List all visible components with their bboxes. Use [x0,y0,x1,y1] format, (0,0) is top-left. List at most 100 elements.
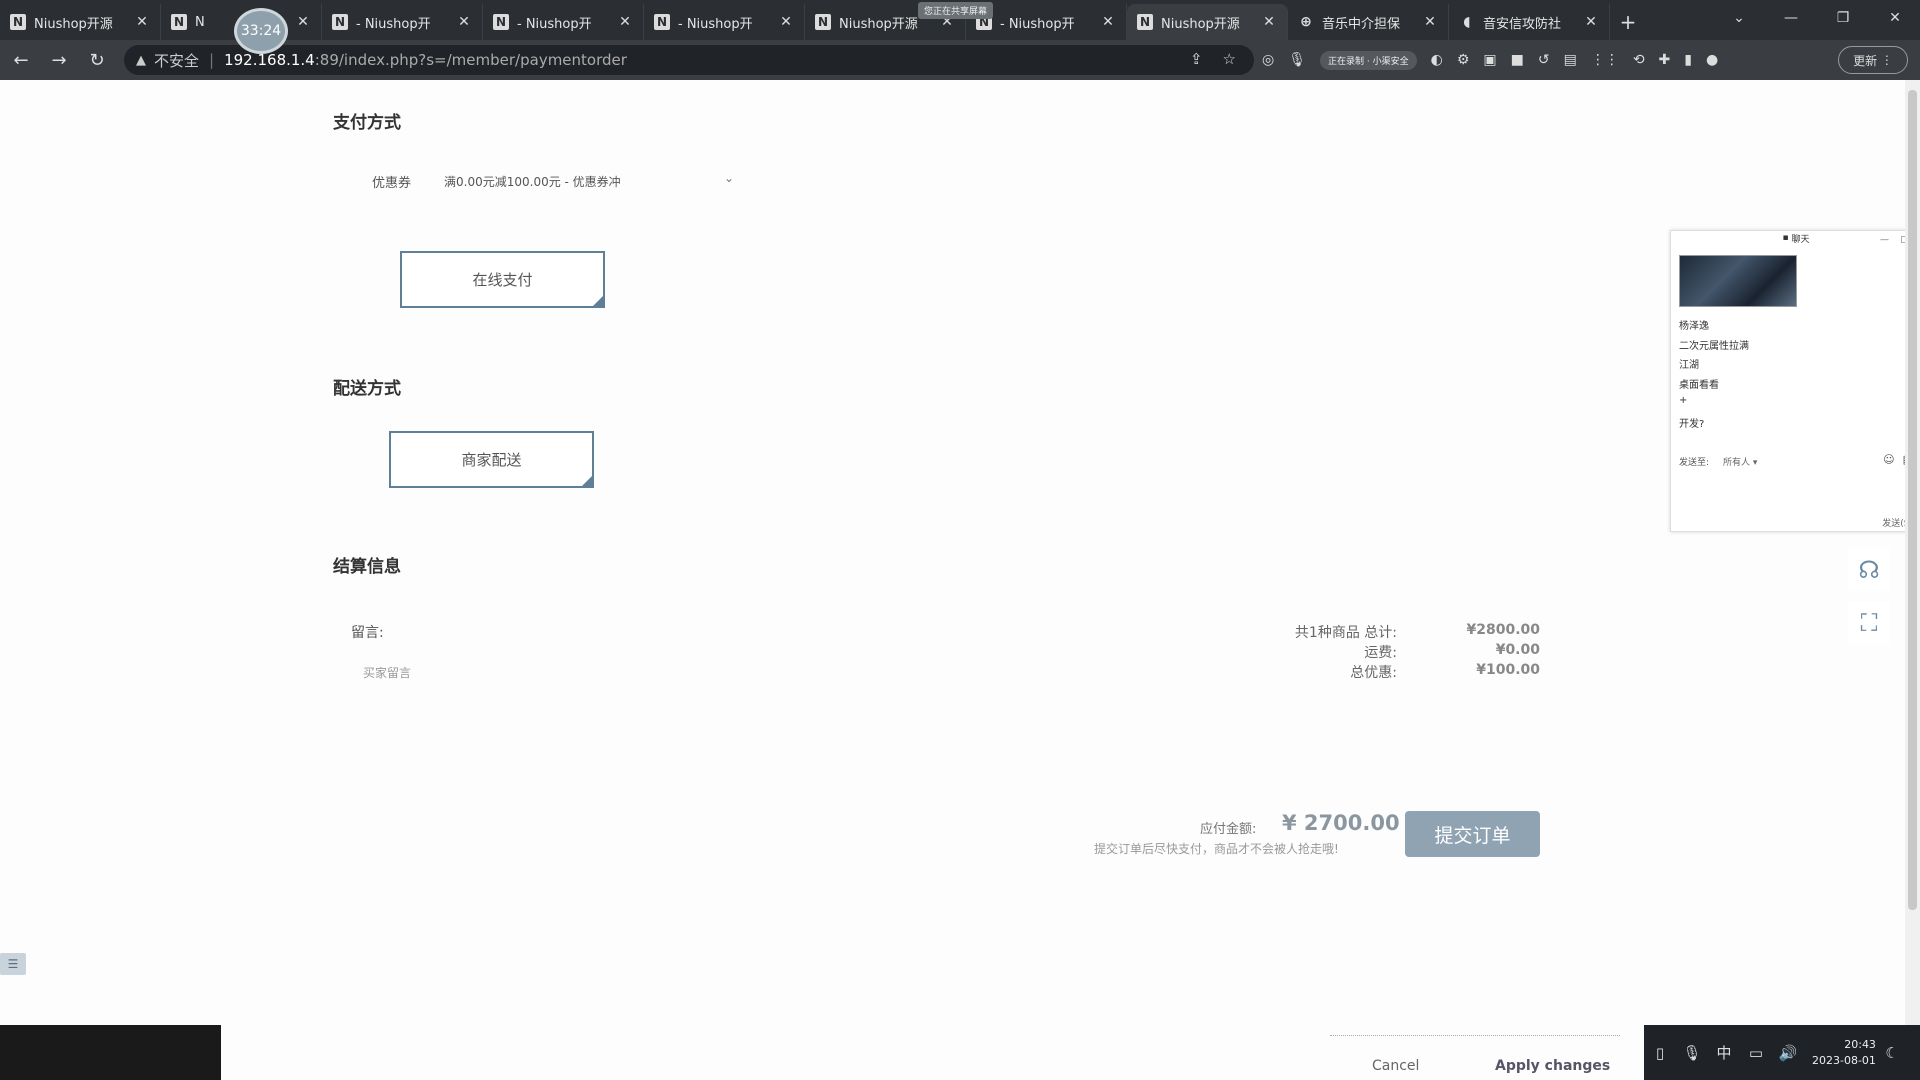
chat-message: 杨泽逸 [1679,321,1709,332]
cancel-button[interactable]: Cancel [1372,1058,1419,1074]
pay-note: 提交订单后尽快支付，商品才不会被人抢走哦! [1094,842,1339,856]
online-payment-label: 在线支付 [472,271,533,289]
niushop-favicon-icon: N [332,14,348,30]
apply-changes-button[interactable]: Apply changes [1495,1058,1610,1074]
recording-timer: 33:24 [234,8,288,54]
profile-icon[interactable]: ● [1706,52,1718,68]
close-icon[interactable]: ✕ [456,14,472,30]
tab-search-chevron-icon[interactable]: ⌄ [1716,0,1762,36]
puzzle-icon[interactable]: ✚ [1659,52,1671,68]
browser-tab-active[interactable]: N Niushop开源 ✕ [1127,4,1288,40]
system-taskbar: ▯ 🎙 中 ▭ 🔊 20:43 2023-08-01 ☾ [1644,1025,1920,1080]
new-tab-button[interactable]: + [1610,4,1646,40]
minimize-icon[interactable]: — [1768,0,1814,36]
microphone-icon[interactable]: 🎙 [1288,52,1306,68]
submit-order-button[interactable]: 提交订单 [1405,811,1540,857]
extension-icon[interactable]: ⋮⋮ [1591,52,1619,68]
chevron-down-icon: ⌄ [723,171,734,185]
browser-tab[interactable]: N - Niushop开 ✕ [322,4,483,40]
forward-arrow-icon[interactable]: → [42,43,76,77]
extension-icon[interactable]: ◐ [1431,52,1443,68]
payment-method-title: 支付方式 [333,113,401,133]
niushop-favicon-icon: N [171,14,187,30]
niushop-favicon-icon: N [654,14,670,30]
tab-title: 音乐中介担保 [1322,16,1401,32]
chat-title: 聊天 [1791,234,1810,245]
online-payment-option[interactable]: 在线支付 [400,251,605,308]
tablet-icon[interactable]: ▯ [1644,1044,1676,1062]
address-separator: | [209,51,215,69]
browser-tab[interactable]: ◖ 音安信攻防社 ✕ [1449,4,1610,40]
footer-divider [1330,1035,1620,1036]
clock-time: 20:43 [1844,1037,1876,1051]
niushop-favicon-icon: N [1137,14,1153,30]
niushop-favicon-icon: N [815,14,831,30]
close-icon[interactable]: ✕ [617,14,633,30]
close-icon[interactable]: ✕ [778,14,794,30]
extension-icon[interactable]: ▣ [1483,52,1496,68]
close-icon[interactable]: ✕ [134,14,150,30]
page-scrollbar[interactable] [1905,80,1920,1025]
close-icon[interactable]: ✕ [1422,14,1438,30]
video-thumbnail [1679,255,1797,307]
chat-message: 二次元属性拉满 [1679,341,1749,352]
summary-label: 总优惠: [1350,665,1397,681]
bottom-dark-panel [0,1025,221,1080]
sidebar-icon[interactable]: ▮ [1684,52,1692,68]
side-toggle-icon[interactable]: ☰ [0,953,26,975]
extension-icon[interactable]: ⟲ [1633,52,1645,68]
extension-icon[interactable]: ↺ [1538,52,1550,68]
coupon-value: 满0.00元减100.00元 - 优惠券冲 [444,174,621,189]
tab-title: - Niushop开 [517,16,592,32]
bookmark-star-icon[interactable]: ☆ [1223,50,1236,68]
browser-tab[interactable]: N - Niushop开 ✕ [644,4,805,40]
summary-label: 共1种商品 总计: [1294,625,1397,641]
summary-value: ¥0.00 [1495,642,1540,658]
browser-toolbar: ← → ↻ ▲ 不安全 | 192.168.1.4:89/index.php?s… [0,40,1920,80]
delivery-method-title: 配送方式 [333,379,401,399]
summary-value: ¥100.00 [1476,662,1540,678]
coupon-select[interactable]: 满0.00元减100.00元 - 优惠券冲 ⌄ [444,169,734,193]
chat-icon: ▪ [1782,233,1792,243]
browser-tab[interactable]: ⊕ 音乐中介担保 ✕ [1288,4,1449,40]
tab-title: Niushop开源 [34,16,113,32]
close-icon[interactable]: ✕ [1100,14,1116,30]
warning-icon: ▲ [136,52,146,68]
share-icon[interactable]: ⇪ [1190,50,1203,68]
window-close-icon[interactable]: ✕ [1872,0,1918,36]
browser-tab[interactable]: N Niushop开源 ✕ [0,4,161,40]
extension-icon[interactable]: ◎ [1262,52,1274,68]
close-icon[interactable]: ✕ [1261,14,1277,30]
buyer-message-input[interactable]: 买家留言 [363,664,411,681]
ime-indicator[interactable]: 中 [1708,1042,1740,1063]
microphone-icon[interactable]: 🎙 [1676,1044,1708,1062]
recipient-select[interactable]: 所有人 ▾ [1723,455,1757,468]
tab-title: 音安信攻防社 [1483,16,1562,32]
restore-icon[interactable]: ❐ [1820,0,1866,36]
extension-icon[interactable]: ⚙ [1457,52,1470,68]
security-label: 不安全 [154,51,200,70]
close-icon[interactable]: ✕ [295,14,311,30]
browser-tab[interactable]: N - Niushop开 ✕ [483,4,644,40]
update-button[interactable]: 更新 ⋮ [1838,46,1908,74]
selected-corner-icon [580,474,594,488]
message-label: 留言: [351,625,384,641]
extension-icon[interactable]: ▤ [1564,52,1577,68]
chat-minimize-icon[interactable]: — [1880,235,1889,245]
extension-icon[interactable]: ■ [1511,52,1524,68]
chat-message: + [1679,395,1688,406]
reload-icon[interactable]: ↻ [80,43,114,77]
close-icon[interactable]: ✕ [1583,14,1599,30]
network-icon[interactable]: ▭ [1740,1044,1772,1062]
merchant-delivery-option[interactable]: 商家配送 [389,431,594,488]
address-bar[interactable]: ▲ 不安全 | 192.168.1.4:89/index.php?s=/memb… [124,45,1254,75]
back-arrow-icon[interactable]: ← [4,43,38,77]
scrollbar-thumb[interactable] [1908,90,1917,910]
volume-icon[interactable]: 🔊 [1772,1044,1804,1062]
chat-panel: ▪ 聊天 — □ 杨泽逸 二次元属性拉满 江湖 桌面看看 + 开发? 发送至: … [1670,230,1920,532]
moon-icon[interactable]: ☾ [1876,1044,1908,1062]
system-clock[interactable]: 20:43 2023-08-01 [1812,1037,1876,1069]
customer-service-icon[interactable]: ☊ [1848,549,1890,591]
emoji-icon[interactable]: ☺ [1883,453,1894,466]
scan-icon[interactable]: ⛶ [1848,602,1890,644]
